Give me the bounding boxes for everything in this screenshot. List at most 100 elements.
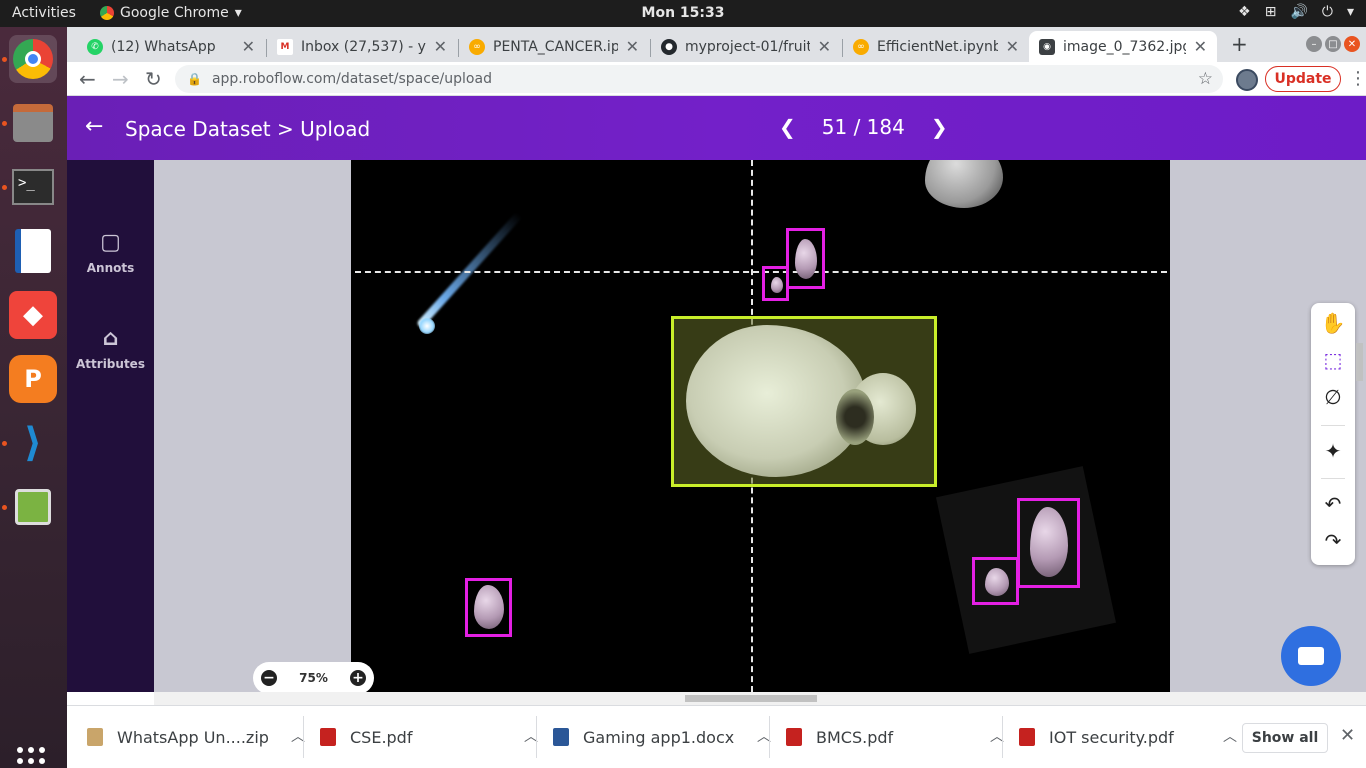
hand-icon[interactable]: ✋ [1311, 311, 1355, 335]
close-icon[interactable]: ✕ [1006, 37, 1019, 56]
github-icon: ● [661, 38, 677, 55]
zip-icon [87, 728, 103, 746]
maximize-icon[interactable]: □ [1325, 36, 1341, 52]
files-dock-icon[interactable] [9, 99, 57, 147]
minimize-icon[interactable]: – [1306, 36, 1322, 52]
attributes-button[interactable]: ⌂ Attributes [67, 326, 154, 371]
page-title: Space Dataset > Upload [125, 117, 371, 141]
annots-button[interactable]: ▢ Annots [67, 230, 154, 275]
bookmark-star-icon[interactable]: ☆ [1198, 69, 1213, 89]
download-shelf: WhatsApp Un....zip ︿ CSE.pdf ︿ Gaming ap… [67, 705, 1366, 768]
tab-penta-cancer[interactable]: ∞ PENTA_CANCER.ip ✕ [459, 31, 649, 62]
tab-image-active[interactable]: ◉ image_0_7362.jpg ✕ [1029, 31, 1217, 62]
horizontal-scrollbar[interactable] [154, 692, 1366, 705]
chevron-down-icon[interactable]: ▾ [1347, 4, 1354, 20]
close-icon[interactable]: ✕ [818, 37, 831, 56]
reload-icon[interactable]: ↻ [145, 67, 162, 91]
clock[interactable]: Mon 15:33 [0, 5, 1366, 21]
dropbox-icon[interactable]: ❖ [1238, 4, 1251, 20]
download-name: WhatsApp Un....zip [117, 727, 269, 747]
magic-wand-icon[interactable]: ✦ [1311, 439, 1355, 463]
running-indicator [2, 441, 7, 446]
asteroid-bounding-box[interactable] [1017, 498, 1080, 588]
power-icon[interactable]: ⏻ [1322, 4, 1333, 20]
zoom-control: − 75% + [253, 662, 374, 694]
asteroid-image [925, 160, 1003, 208]
chevron-right-icon[interactable]: ❯ [931, 115, 948, 139]
image-viewer-dock-icon[interactable] [9, 483, 57, 531]
anydesk-dock-icon[interactable]: ◆ [9, 291, 57, 339]
image-canvas[interactable] [351, 160, 1170, 692]
asteroid-bounding-box[interactable] [786, 228, 825, 289]
new-tab-button[interactable]: + [1231, 32, 1248, 56]
vertical-scrollbar[interactable] [1353, 160, 1366, 692]
back-arrow-icon[interactable]: ← [85, 114, 103, 139]
tab-title: PENTA_CANCER.ip [493, 38, 618, 55]
download-name: CSE.pdf [350, 727, 413, 747]
chat-button[interactable] [1281, 626, 1341, 686]
close-icon[interactable]: ✕ [626, 37, 639, 56]
address-bar[interactable]: 🔒 app.roboflow.com/dataset/space/upload … [175, 65, 1223, 93]
engine-ring-image [836, 389, 874, 445]
bounding-box-icon[interactable]: ⬚ [1311, 348, 1355, 372]
terminal-dock-icon[interactable]: >_ [9, 163, 57, 211]
writer-dock-icon[interactable] [9, 227, 57, 275]
system-tray[interactable]: ❖ ⊞ 🔊 ⏻ ▾ [1238, 4, 1354, 20]
network-icon[interactable]: ⊞ [1265, 4, 1277, 20]
download-item[interactable]: CSE.pdf ︿ [320, 716, 546, 758]
close-icon[interactable]: ✕ [434, 37, 447, 56]
show-all-button[interactable]: Show all [1242, 723, 1328, 753]
crosshair-horizontal [355, 271, 1167, 273]
chevron-left-icon[interactable]: ❮ [779, 115, 796, 139]
whatsapp-icon: ✆ [87, 38, 103, 55]
roboflow-icon: ◉ [1039, 38, 1055, 55]
tab-title: EfficientNet.ipynb [877, 38, 998, 55]
kebab-menu-icon[interactable]: ⋮ [1349, 68, 1366, 89]
chevron-up-icon[interactable]: ︿ [1223, 726, 1237, 746]
chrome-dock-icon[interactable] [9, 35, 57, 83]
download-item[interactable]: BMCS.pdf ︿ [786, 716, 1012, 758]
zoom-in-icon[interactable]: + [349, 670, 366, 686]
running-indicator [2, 121, 7, 126]
pdf-icon [1019, 728, 1035, 746]
annotation-workspace: − 75% + [154, 160, 1366, 694]
close-window-icon[interactable]: ✕ [1344, 36, 1360, 52]
running-indicator [2, 185, 7, 190]
volume-icon[interactable]: 🔊 [1290, 4, 1307, 20]
colab-icon: ∞ [853, 38, 869, 55]
spacecraft-bounding-box[interactable] [671, 316, 937, 487]
download-item[interactable]: IOT security.pdf ︿ [1019, 716, 1245, 758]
update-button[interactable]: Update [1265, 66, 1341, 92]
dock: >_ ◆ P ⟩ [0, 27, 67, 768]
tab-title: myproject-01/fruit [685, 38, 810, 55]
pycharm-dock-icon[interactable]: P [9, 355, 57, 403]
back-arrow-icon[interactable]: ← [79, 67, 96, 91]
asteroid-bounding-box[interactable] [762, 266, 789, 301]
tab-efficientnet[interactable]: ∞ EfficientNet.ipynb ✕ [843, 31, 1029, 62]
tab-github[interactable]: ● myproject-01/fruit ✕ [651, 31, 841, 62]
comet-image [411, 211, 571, 380]
close-icon[interactable]: ✕ [242, 37, 255, 56]
undo-icon[interactable]: ↶ [1311, 492, 1355, 516]
forward-arrow-icon[interactable]: → [112, 67, 129, 91]
download-name: IOT security.pdf [1049, 727, 1174, 747]
url-text[interactable]: app.roboflow.com/dataset/space/upload [212, 71, 492, 87]
download-item[interactable]: WhatsApp Un....zip ︿ [87, 716, 313, 758]
tab-gmail[interactable]: M Inbox (27,537) - yac ✕ [267, 31, 457, 62]
download-item[interactable]: Gaming app1.docx ︿ [553, 716, 779, 758]
lock-icon[interactable]: 🔒 [187, 72, 202, 86]
null-icon[interactable]: ∅ [1311, 385, 1355, 409]
asteroid-bounding-box[interactable] [465, 578, 512, 637]
redo-icon[interactable]: ↷ [1311, 529, 1355, 553]
tab-title: image_0_7362.jpg [1063, 38, 1186, 55]
browser-toolbar: ← → ↻ 🔒 app.roboflow.com/dataset/space/u… [67, 62, 1366, 96]
asteroid-bounding-box[interactable] [972, 557, 1019, 605]
tab-whatsapp[interactable]: ✆ (12) WhatsApp ✕ [77, 31, 265, 62]
profile-avatar[interactable] [1236, 69, 1258, 91]
close-icon[interactable]: ✕ [1194, 37, 1207, 56]
show-applications-icon[interactable] [17, 747, 45, 768]
pdf-icon [786, 728, 802, 746]
vscode-dock-icon[interactable]: ⟩ [9, 419, 57, 467]
zoom-out-icon[interactable]: − [261, 670, 277, 686]
close-icon[interactable]: ✕ [1340, 725, 1355, 746]
